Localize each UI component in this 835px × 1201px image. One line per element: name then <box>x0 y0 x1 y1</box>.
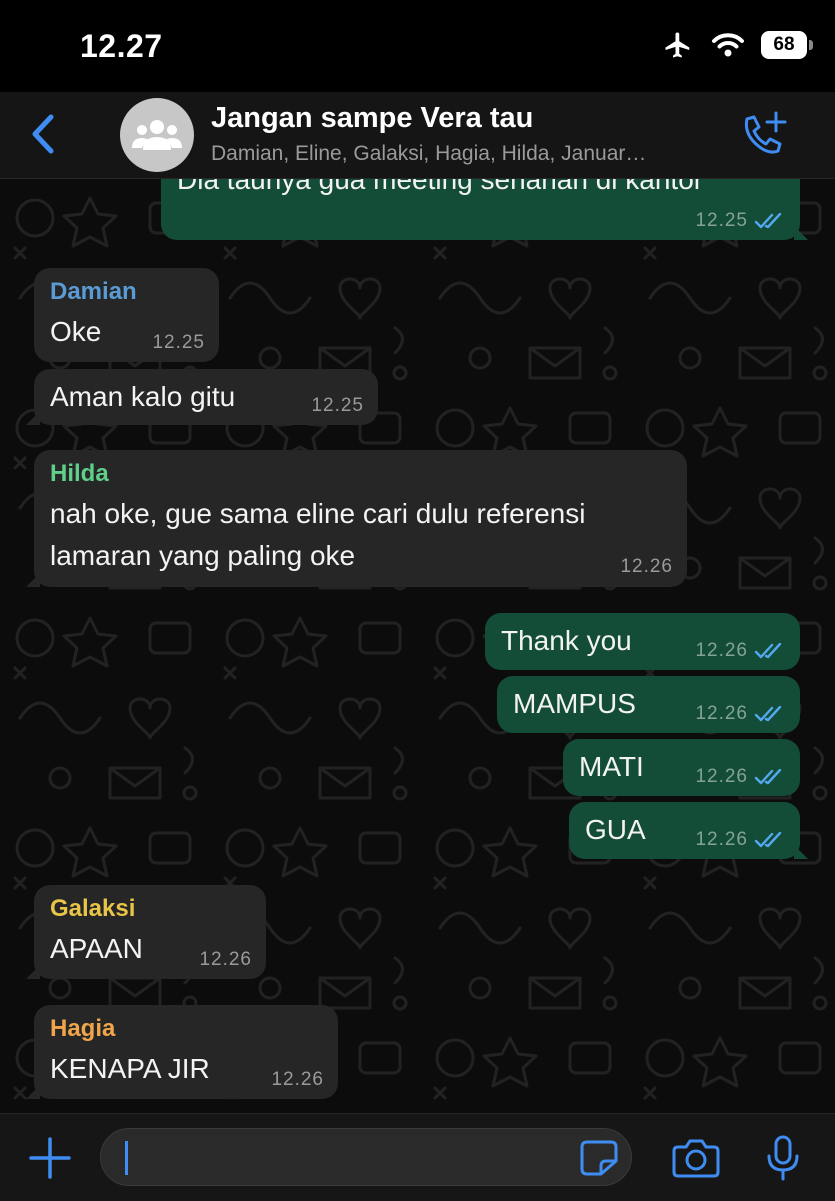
battery-cap <box>809 40 813 50</box>
battery-indicator: 68 <box>761 31 813 59</box>
message-text: lamaran yang paling oke <box>50 540 356 571</box>
message-bubble-outgoing[interactable]: MATI 12.26 <box>563 739 800 796</box>
read-receipt-icon <box>754 832 782 848</box>
message-sender[interactable]: Damian <box>50 278 137 306</box>
message-time: 12.26 <box>199 949 252 970</box>
message-time: 12.26 <box>620 556 673 577</box>
message-time: 12.26 <box>695 766 748 787</box>
group-icon <box>132 120 182 150</box>
bubble-tail <box>794 226 808 240</box>
back-button[interactable] <box>22 106 62 162</box>
message-time: 12.26 <box>271 1069 324 1090</box>
message-text: APAAN <box>50 933 143 964</box>
message-bubble-incoming[interactable]: Damian Oke 12.25 <box>34 268 219 362</box>
status-bar: 12.27 68 <box>0 0 835 92</box>
bubble-tail <box>26 965 40 979</box>
message-text: MAMPUS <box>513 688 636 719</box>
add-call-button[interactable] <box>736 108 792 160</box>
message-text: GUA <box>585 814 646 845</box>
message-text: Aman kalo gitu <box>50 381 236 412</box>
read-receipt-icon <box>754 213 782 229</box>
group-avatar[interactable] <box>120 98 194 172</box>
message-bubble-incoming[interactable]: Hagia KENAPA JIR 12.26 <box>26 1005 338 1099</box>
message-bubble-outgoing[interactable]: Dia taunya gua meeting seharian di kanto… <box>161 178 808 240</box>
airplane-mode-icon <box>665 32 690 58</box>
battery-level: 68 <box>761 31 807 59</box>
bubble-tail <box>794 845 808 859</box>
message-text: Dia taunya gua meeting seharian di kanto… <box>177 178 704 195</box>
message-time: 12.25 <box>695 210 748 231</box>
message-time: 12.25 <box>152 332 205 353</box>
wifi-icon <box>712 33 744 57</box>
message-sender[interactable]: Hilda <box>50 460 109 488</box>
read-receipt-icon <box>754 706 782 722</box>
phone-plus-icon <box>744 111 787 154</box>
camera-icon[interactable] <box>672 1138 720 1178</box>
message-bubble-outgoing[interactable]: MAMPUS 12.26 <box>497 676 800 733</box>
chat-area[interactable]: Dia taunya gua meeting seharian di kanto… <box>0 178 835 1113</box>
message-time: 12.25 <box>311 395 364 416</box>
message-time: 12.26 <box>695 640 748 661</box>
message-text: Thank you <box>501 625 632 656</box>
microphone-icon[interactable] <box>763 1134 803 1182</box>
status-time: 12.27 <box>80 28 163 64</box>
message-input[interactable] <box>100 1128 632 1186</box>
message-bubble-incoming[interactable]: Aman kalo gitu 12.25 <box>26 369 378 425</box>
chat-members[interactable]: Damian, Eline, Galaksi, Hagia, Hilda, Ja… <box>211 142 723 166</box>
bubble-tail <box>26 1085 40 1099</box>
message-text: MATI <box>579 751 644 782</box>
message-bubble-incoming[interactable]: Galaksi APAAN 12.26 <box>26 885 266 979</box>
message-input-bar <box>0 1113 835 1201</box>
sticker-icon[interactable] <box>579 1139 619 1177</box>
message-time: 12.26 <box>695 703 748 724</box>
read-receipt-icon <box>754 643 782 659</box>
bubble-tail <box>26 573 40 587</box>
chat-title[interactable]: Jangan sampe Vera tau <box>211 102 533 135</box>
read-receipt-icon <box>754 769 782 785</box>
message-bubble-incoming[interactable]: Hilda nah oke, gue sama eline cari dulu … <box>26 450 687 587</box>
plus-icon[interactable] <box>28 1136 72 1180</box>
message-text: nah oke, gue sama eline cari dulu refere… <box>50 498 586 529</box>
message-text: KENAPA JIR <box>50 1053 210 1084</box>
message-text: Oke <box>50 316 102 347</box>
message-time: 12.26 <box>695 829 748 850</box>
message-bubble-outgoing[interactable]: Thank you 12.26 <box>485 613 800 670</box>
bubble-tail <box>26 411 40 425</box>
message-sender[interactable]: Hagia <box>50 1015 115 1043</box>
message-bubble-outgoing[interactable]: GUA 12.26 <box>569 802 808 859</box>
chat-header: Jangan sampe Vera tau Damian, Eline, Gal… <box>0 92 835 179</box>
text-caret <box>125 1141 128 1175</box>
chevron-left-icon <box>32 114 54 154</box>
status-icons: 68 <box>661 30 813 60</box>
message-sender[interactable]: Galaksi <box>50 895 135 923</box>
